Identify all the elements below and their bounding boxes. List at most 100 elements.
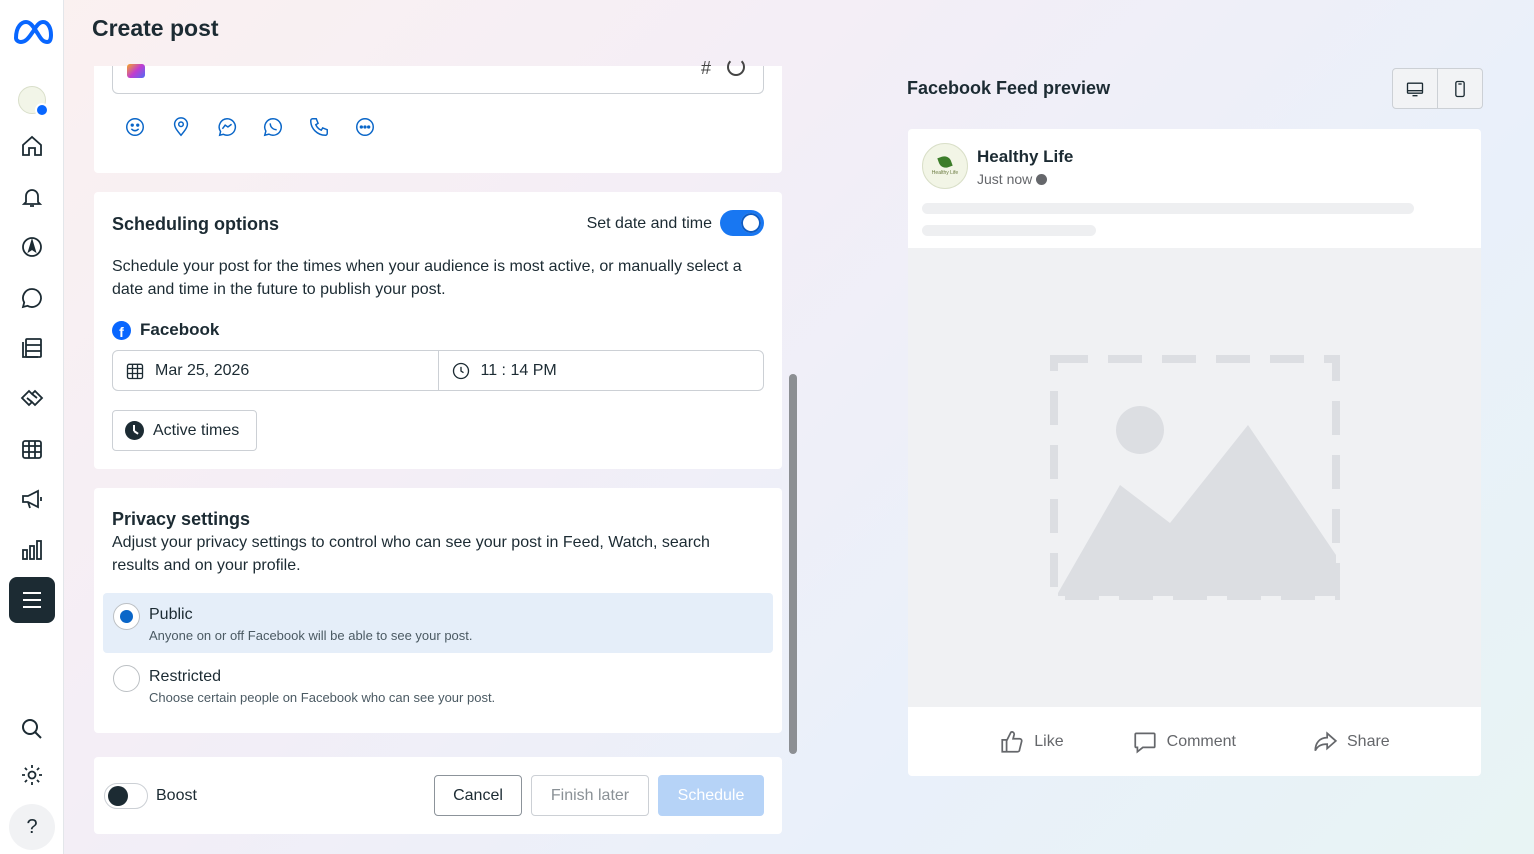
sidebar-item-all-tools[interactable] [9, 577, 55, 623]
sidebar-item-messages[interactable] [12, 278, 52, 318]
hashtag-icon[interactable]: # [701, 58, 711, 79]
facebook-icon: f [112, 320, 131, 340]
option-label: Restricted [149, 668, 222, 685]
time-field[interactable]: 11 : 14 PM [437, 351, 764, 390]
privacy-settings-card: Privacy settings Adjust your privacy set… [94, 488, 782, 733]
post-text-input[interactable]: # [112, 58, 764, 94]
sidebar-item-home[interactable] [12, 126, 52, 166]
sidebar-item-content[interactable] [12, 328, 52, 368]
privacy-option-public[interactable]: Public Anyone on or off Facebook will be… [103, 593, 773, 653]
active-times-label: Active times [153, 421, 240, 439]
page-avatar[interactable] [18, 86, 49, 117]
bar-chart-icon [22, 540, 42, 560]
share-button[interactable]: Share [1312, 729, 1390, 755]
text-placeholder-line [922, 203, 1414, 214]
privacy-title: Privacy settings [112, 509, 251, 529]
device-switcher [1392, 68, 1483, 109]
sidebar-item-engagement[interactable] [12, 378, 52, 418]
sidebar-item-search[interactable] [12, 709, 52, 749]
sidebar-item-insights[interactable] [12, 530, 52, 570]
finish-later-button[interactable]: Finish later [531, 775, 649, 816]
emoji-icon [126, 118, 144, 136]
share-icon [1314, 730, 1338, 751]
like-button[interactable]: Like [999, 729, 1064, 755]
sidebar-item-settings[interactable] [12, 755, 52, 795]
scheduling-description: Schedule your post for the times when yo… [112, 258, 742, 298]
composer-toolbar [124, 116, 376, 138]
date-field[interactable]: Mar 25, 2026 [113, 351, 438, 390]
footer-actions-card: Boost Cancel Finish later Schedule [94, 757, 782, 834]
globe-icon [1036, 173, 1048, 185]
scrollbar-thumb[interactable] [789, 374, 797, 754]
composer-card: # [94, 58, 782, 173]
platform-label: f Facebook [112, 320, 219, 340]
sidebar-item-planner[interactable] [12, 429, 52, 469]
timestamp-text: Just now [977, 171, 1033, 187]
privacy-description: Adjust your privacy settings to control … [112, 534, 710, 574]
like-label: Like [1034, 732, 1064, 750]
facebook-badge-icon [35, 103, 49, 117]
left-navigation-rail: ? [0, 0, 64, 854]
comment-label: Comment [1166, 732, 1236, 750]
post-actions-bar: Like Comment Share [908, 707, 1481, 776]
sidebar-item-ads[interactable] [12, 479, 52, 519]
option-label: Public [149, 606, 193, 623]
help-icon: ? [26, 815, 38, 838]
sidebar-item-navigate[interactable] [12, 227, 52, 267]
calendar-grid-icon [22, 440, 42, 459]
messenger-button[interactable] [216, 116, 238, 138]
location-icon [173, 117, 189, 137]
public-radio[interactable] [113, 603, 140, 630]
ai-assist-icon[interactable] [127, 64, 145, 78]
share-label: Share [1347, 732, 1390, 750]
comment-button[interactable]: Comment [1132, 729, 1236, 755]
cancel-button[interactable]: Cancel [434, 775, 522, 816]
gear-icon [22, 765, 42, 785]
thumbs-up-icon [1001, 730, 1023, 753]
toggle-knob [108, 786, 128, 806]
avatar-text: Healthy Life [931, 170, 959, 176]
schedule-button[interactable]: Schedule [658, 775, 764, 816]
date-time-picker: Mar 25, 2026 11 : 14 PM [112, 350, 764, 391]
scheduling-title: Scheduling options [112, 214, 279, 234]
time-value: 11 : 14 PM [480, 361, 557, 379]
menu-icon [23, 592, 41, 608]
clock-filled-icon [125, 421, 144, 440]
active-times-button[interactable]: Active times [112, 410, 258, 451]
page-avatar: Healthy Life [922, 143, 968, 189]
messenger-icon [218, 118, 237, 137]
set-date-time-toggle[interactable] [720, 210, 764, 236]
mobile-preview-button[interactable] [1437, 69, 1482, 108]
desktop-preview-button[interactable] [1393, 69, 1437, 108]
meta-logo-icon[interactable] [12, 16, 54, 48]
preview-title: Facebook Feed preview [907, 78, 1111, 98]
boost-toggle[interactable] [104, 783, 148, 809]
chat-bubble-icon [21, 288, 42, 309]
emoji-picker-icon[interactable] [727, 58, 745, 76]
toggle-knob [741, 213, 761, 233]
page-title: Create post [92, 15, 219, 41]
platform-name: Facebook [140, 320, 220, 339]
more-icon [356, 118, 374, 136]
comment-icon [1134, 731, 1156, 754]
option-description: Anyone on or off Facebook will be able t… [149, 628, 473, 643]
whatsapp-button[interactable] [262, 116, 284, 138]
set-date-time-label: Set date and time [586, 215, 712, 232]
pages-icon [22, 338, 42, 358]
text-placeholder-line [922, 225, 1096, 236]
leaf-logo-icon [937, 154, 953, 170]
privacy-option-restricted[interactable]: Restricted Choose certain people on Face… [103, 655, 773, 715]
desktop-icon [1406, 82, 1424, 96]
compass-icon [22, 237, 42, 257]
location-button[interactable] [170, 116, 192, 138]
scheduling-options-card: Scheduling options Set date and time Sch… [94, 192, 782, 469]
feeling-emoji-button[interactable] [124, 116, 146, 138]
call-button[interactable] [308, 116, 330, 138]
sidebar-item-notifications[interactable] [12, 177, 52, 217]
phone-icon [310, 118, 328, 136]
preview-timestamp: Just now [977, 171, 1048, 187]
sidebar-item-help[interactable]: ? [9, 804, 55, 850]
more-options-button[interactable] [354, 116, 376, 138]
mobile-icon [1455, 80, 1465, 97]
restricted-radio[interactable] [113, 665, 140, 692]
